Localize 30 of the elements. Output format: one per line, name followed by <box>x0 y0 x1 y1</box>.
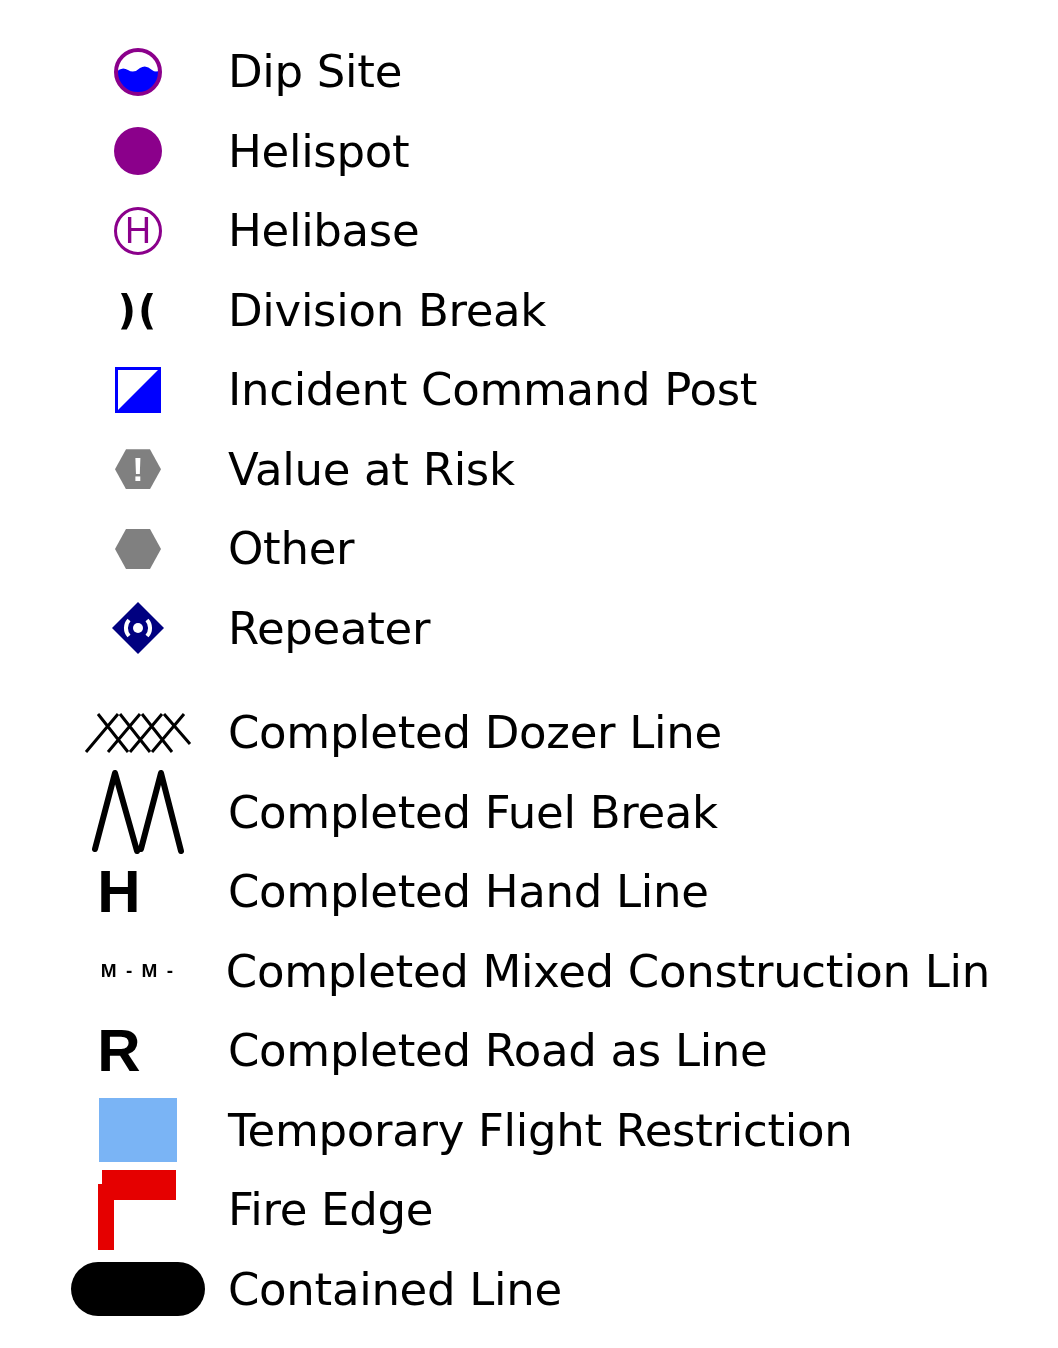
filled-circle-icon <box>113 126 163 177</box>
legend-label: Value at Risk <box>228 442 515 496</box>
legend-label: Completed Hand Line <box>228 865 709 919</box>
legend-label: Repeater <box>228 601 431 655</box>
legend-label: Helibase <box>228 204 420 258</box>
circled-letter-icon: H <box>114 206 162 255</box>
legend-label: Completed Fuel Break <box>228 785 718 839</box>
zigzag-line-icon <box>91 769 185 856</box>
letter-symbol: H <box>97 861 141 922</box>
hexagon-icon <box>115 528 161 569</box>
water-circle-icon <box>112 45 164 98</box>
legend-label: Other <box>228 522 355 576</box>
legend-label: Completed Road as Line <box>228 1024 768 1078</box>
letter-symbol: R <box>97 1020 141 1081</box>
radio-diamond-icon <box>112 602 164 655</box>
division-break-icon: )( <box>117 287 159 334</box>
legend-label: Completed Dozer Line <box>228 706 722 760</box>
legend-label: Helispot <box>228 124 410 178</box>
legend-label: Completed Mixed Construction Lin <box>225 944 990 998</box>
letter-symbol: M - M - <box>100 960 173 983</box>
legend-label: Division Break <box>228 283 547 337</box>
legend-label: Fire Edge <box>228 1183 434 1237</box>
legend-label: Dip Site <box>228 45 403 99</box>
crosshatch-line-icon <box>84 711 192 754</box>
square-swatch-icon <box>99 1098 177 1163</box>
legend-label: Incident Command Post <box>228 363 758 417</box>
flag-line-icon <box>98 1169 178 1250</box>
legend-label: Contained Line <box>228 1262 562 1316</box>
legend-label: Temporary Flight Restriction <box>228 1103 853 1157</box>
half-filled-square-icon <box>115 366 161 413</box>
